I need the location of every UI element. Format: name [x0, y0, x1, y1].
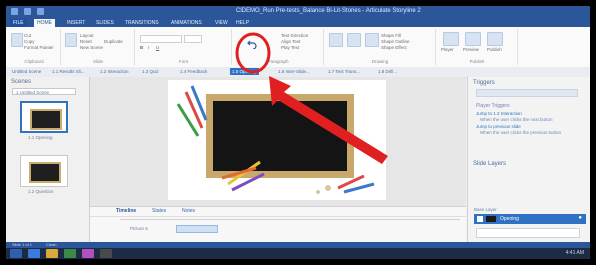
highlight-circle: [235, 32, 271, 74]
app-window: ClDEMO_Run Pre-tests_Balance Bi-Lit-Stor…: [6, 6, 590, 259]
pointer-arrow: [269, 76, 388, 164]
annotation-overlay: [235, 32, 388, 164]
